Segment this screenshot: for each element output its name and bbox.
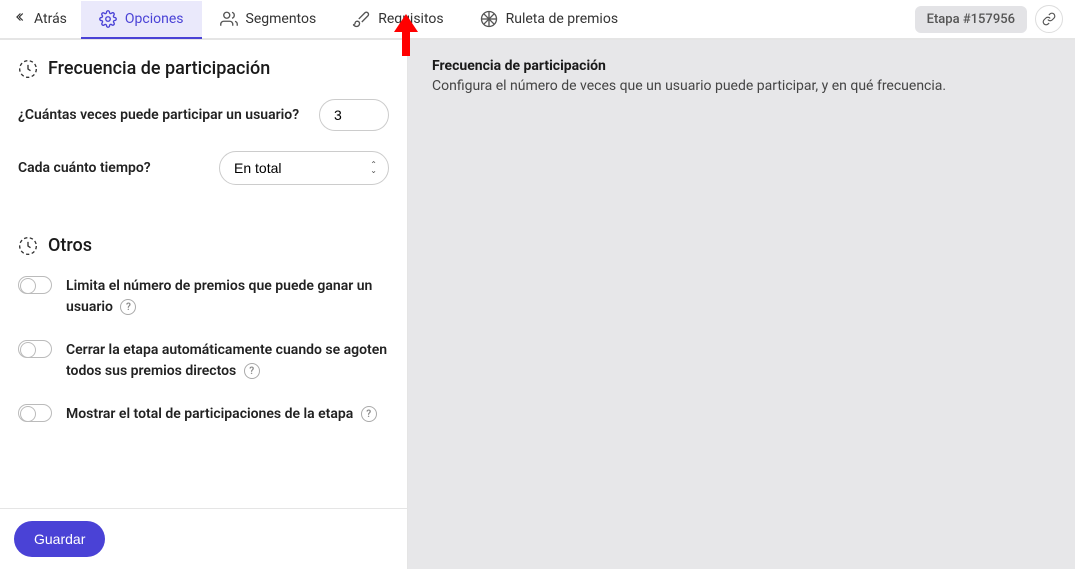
chevron-left-icon	[14, 10, 28, 28]
freq-label: Cada cuánto tiempo?	[18, 160, 151, 176]
toggle-show-total[interactable]	[18, 404, 52, 422]
wheel-icon	[480, 10, 498, 28]
tab-label: Opciones	[125, 11, 184, 27]
times-label: ¿Cuántas veces puede participar un usuar…	[18, 107, 299, 123]
tab-label: Ruleta de premios	[506, 11, 618, 27]
section-title-label: Frecuencia de participación	[48, 58, 270, 79]
desc-title: Frecuencia de participación	[432, 58, 1051, 74]
gauge-icon	[18, 236, 38, 256]
tab-opciones[interactable]: Opciones	[81, 1, 202, 39]
toggle-label: Cerrar la etapa automáticamente cuando s…	[66, 340, 389, 382]
times-input[interactable]	[319, 99, 389, 131]
gauge-icon	[18, 59, 38, 79]
back-label: Atrás	[34, 11, 67, 27]
tab-label: Segmentos	[246, 11, 317, 27]
tab-label: Requisitos	[378, 11, 443, 27]
section-otros: Otros	[18, 235, 389, 256]
back-button[interactable]: Atrás	[0, 0, 81, 38]
desc-text: Configura el número de veces que un usua…	[432, 78, 1051, 94]
stage-badge: Etapa #157956	[915, 6, 1027, 33]
right-panel: Frecuencia de participación Configura el…	[408, 40, 1075, 569]
gear-icon	[99, 10, 117, 28]
left-panel: Frecuencia de participación ¿Cuántas vec…	[0, 40, 408, 569]
help-icon[interactable]: ?	[244, 363, 260, 379]
tab-ruleta[interactable]: Ruleta de premios	[462, 1, 636, 39]
header-tabs: Atrás Opciones Segmentos Requisitos Rule…	[0, 0, 1075, 40]
tab-requisitos[interactable]: Requisitos	[334, 1, 461, 39]
section-frecuencia: Frecuencia de participación	[18, 58, 389, 79]
users-icon	[220, 10, 238, 28]
link-button[interactable]	[1035, 5, 1063, 33]
brush-icon	[352, 10, 370, 28]
help-icon[interactable]: ?	[361, 406, 377, 422]
toggle-label: Limita el número de premios que puede ga…	[66, 276, 389, 318]
help-icon[interactable]: ?	[120, 299, 136, 315]
section-title-label: Otros	[48, 235, 92, 256]
save-button[interactable]: Guardar	[14, 521, 105, 557]
toggle-limit-prizes[interactable]	[18, 276, 52, 294]
toggle-auto-close[interactable]	[18, 340, 52, 358]
toggle-label: Mostrar el total de participaciones de l…	[66, 404, 377, 425]
tab-segmentos[interactable]: Segmentos	[202, 1, 335, 39]
freq-select[interactable]: En total	[219, 151, 389, 185]
